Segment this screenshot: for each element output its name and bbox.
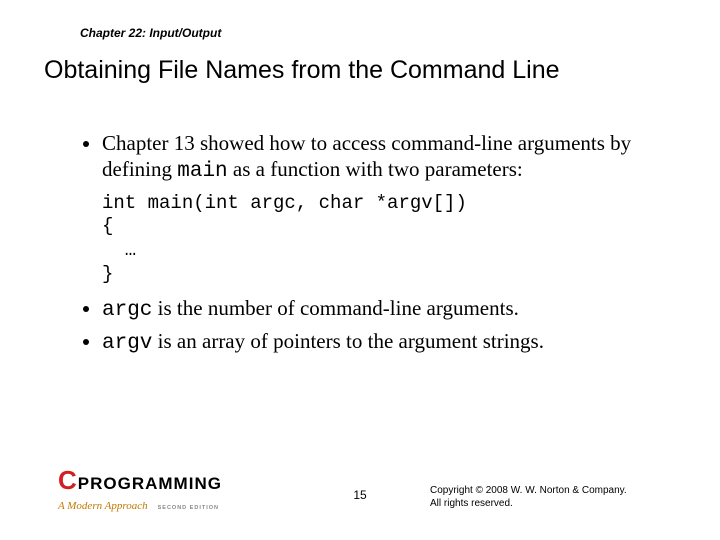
content-area: Chapter 13 showed how to access command-…	[80, 130, 665, 361]
bullet-1: Chapter 13 showed how to access command-…	[102, 130, 665, 186]
logo-programming: PROGRAMMING	[78, 474, 222, 494]
code-line-3: …	[102, 239, 136, 261]
bullet-1-code: main	[177, 160, 227, 183]
bullet-1-post: as a function with two parameters:	[228, 157, 523, 181]
copyright-line-1: Copyright © 2008 W. W. Norton & Company.	[430, 484, 650, 497]
copyright-line-2: All rights reserved.	[430, 497, 650, 510]
logo-c: C	[58, 465, 76, 496]
logo-edition: SECOND EDITION	[158, 505, 219, 511]
code-block: int main(int argc, char *argv[]) { … }	[102, 192, 665, 287]
copyright: Copyright © 2008 W. W. Norton & Company.…	[430, 484, 650, 510]
logo-subtitle: A Modern Approach	[58, 500, 148, 512]
bullet-2-post: is the number of command-line arguments.	[152, 296, 518, 320]
page-number: 15	[353, 488, 366, 502]
chapter-label: Chapter 22: Input/Output	[80, 26, 221, 40]
page-title: Obtaining File Names from the Command Li…	[44, 56, 700, 85]
bullet-2-code: argc	[102, 299, 152, 322]
bullet-3-code: argv	[102, 332, 152, 355]
bullet-2: argc is the number of command-line argum…	[102, 295, 665, 324]
code-line-2: {	[102, 215, 113, 237]
code-line-1: int main(int argc, char *argv[])	[102, 192, 467, 214]
bullet-3: argv is an array of pointers to the argu…	[102, 328, 665, 357]
bullet-3-post: is an array of pointers to the argument …	[152, 329, 544, 353]
logo: C PROGRAMMING A Modern Approach SECOND E…	[58, 465, 258, 514]
code-line-4: }	[102, 263, 113, 285]
footer: C PROGRAMMING A Modern Approach SECOND E…	[0, 470, 720, 516]
